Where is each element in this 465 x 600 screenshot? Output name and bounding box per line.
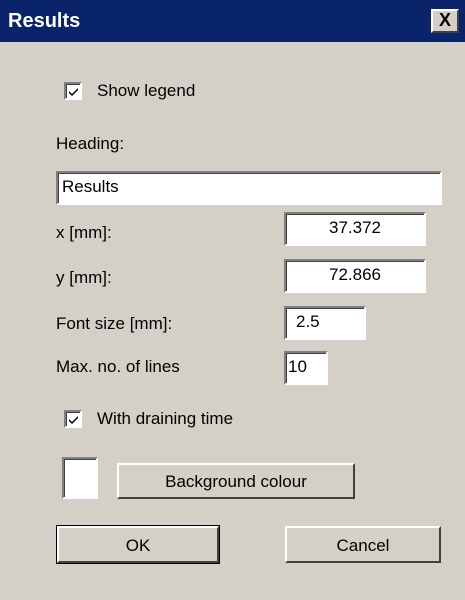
font-size-label: Font size [mm]: <box>56 314 173 333</box>
background-colour-button[interactable]: Background colour <box>117 463 355 499</box>
heading-label: Heading: <box>56 134 125 153</box>
max-lines-input[interactable]: 10 <box>284 351 328 385</box>
show-legend-checkbox[interactable] <box>64 82 82 100</box>
font-size-input[interactable]: 2.5 <box>284 306 366 340</box>
title-bar[interactable]: Results X <box>0 0 465 42</box>
background-colour-swatch <box>62 457 98 499</box>
window-title: Results <box>8 10 81 32</box>
show-legend-label: Show legend <box>97 81 196 100</box>
heading-input[interactable]: Results <box>56 171 442 205</box>
checkmark-icon <box>69 416 78 424</box>
draining-time-checkbox[interactable] <box>64 410 82 428</box>
y-label: y [mm]: <box>56 268 112 287</box>
x-label: x [mm]: <box>56 223 112 242</box>
close-button[interactable]: X <box>431 9 459 33</box>
draining-time-label: With draining time <box>97 409 234 428</box>
max-lines-label: Max. no. of lines <box>56 357 180 376</box>
ok-button[interactable]: OK <box>56 525 220 564</box>
x-input[interactable]: 37.372 <box>284 212 426 246</box>
y-input[interactable]: 72.866 <box>284 259 426 293</box>
checkmark-icon <box>69 88 78 96</box>
results-dialog: Results X Show legend Heading: Results x… <box>0 0 465 600</box>
cancel-button[interactable]: Cancel <box>285 526 441 563</box>
